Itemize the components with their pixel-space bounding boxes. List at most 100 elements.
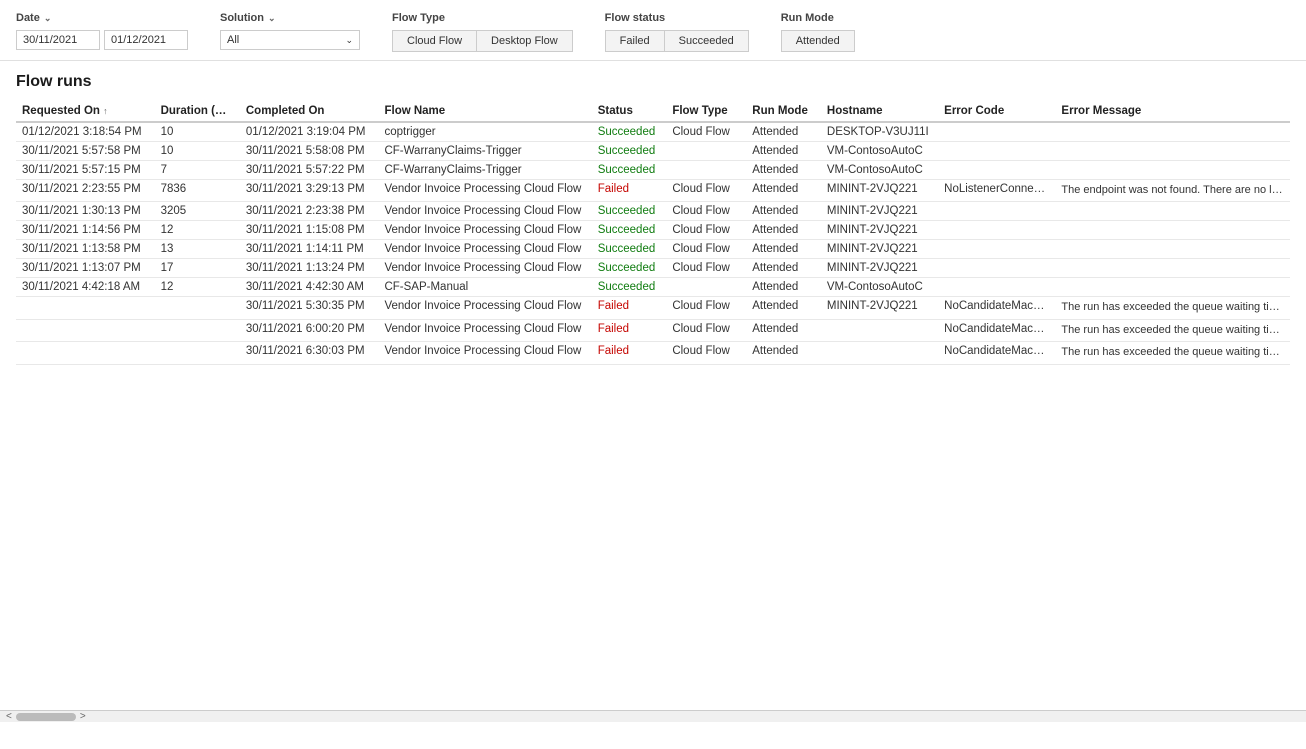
horizontal-scrollbar[interactable]: < > — [0, 710, 1306, 722]
cell-completed-on: 30/11/2021 5:58:08 PM — [240, 142, 379, 161]
cell-flow-name: CF-SAP-Manual — [378, 278, 591, 297]
cell-flow-name: Vendor Invoice Processing Cloud Flow — [378, 180, 591, 202]
flow-type-desktop-btn[interactable]: Desktop Flow — [477, 30, 573, 52]
flow-type-filter-group: Flow Type Cloud Flow Desktop Flow — [392, 12, 573, 52]
cell-duration — [155, 342, 240, 364]
cell-run-mode: Attended — [746, 180, 821, 202]
cell-error-message — [1055, 142, 1290, 161]
cell-run-mode: Attended — [746, 259, 821, 278]
scrollbar-thumb[interactable] — [16, 713, 76, 721]
date-row: 30/11/2021 01/12/2021 — [16, 30, 188, 50]
cell-error-message: The run has exceeded the queue waiting t… — [1055, 297, 1290, 319]
cell-error-code — [938, 161, 1055, 180]
run-mode-attended-btn[interactable]: Attended — [781, 30, 855, 52]
table-row[interactable]: 30/11/2021 1:13:07 PM 17 30/11/2021 1:13… — [16, 259, 1290, 278]
date-from-input[interactable]: 30/11/2021 — [16, 30, 100, 50]
date-chevron-icon: ⌄ — [44, 13, 52, 24]
cell-hostname — [821, 342, 938, 364]
col-header-status[interactable]: Status — [592, 101, 667, 122]
table-row[interactable]: 30/11/2021 2:23:55 PM 7836 30/11/2021 3:… — [16, 180, 1290, 202]
scroll-right-btn[interactable]: > — [76, 711, 90, 722]
cell-status: Failed — [592, 180, 667, 202]
flow-type-cloud-btn[interactable]: Cloud Flow — [392, 30, 477, 52]
cell-duration: 17 — [155, 259, 240, 278]
cell-requested-on — [16, 297, 155, 319]
col-header-run-mode[interactable]: Run Mode — [746, 101, 821, 122]
cell-error-message — [1055, 221, 1290, 240]
table-row[interactable]: 30/11/2021 4:42:18 AM 12 30/11/2021 4:42… — [16, 278, 1290, 297]
cell-flow-name: coptrigger — [378, 122, 591, 142]
cell-flow-type: Cloud Flow — [666, 259, 746, 278]
cell-hostname: DESKTOP-V3UJ11I — [821, 122, 938, 142]
cell-hostname: MININT-2VJQ221 — [821, 180, 938, 202]
solution-select[interactable]: All ⌄ — [220, 30, 360, 50]
table-row[interactable]: 30/11/2021 1:13:58 PM 13 30/11/2021 1:14… — [16, 240, 1290, 259]
col-header-hostname[interactable]: Hostname — [821, 101, 938, 122]
table-row[interactable]: 30/11/2021 5:57:15 PM 7 30/11/2021 5:57:… — [16, 161, 1290, 180]
table-row[interactable]: 30/11/2021 1:14:56 PM 12 30/11/2021 1:15… — [16, 221, 1290, 240]
cell-requested-on: 01/12/2021 3:18:54 PM — [16, 122, 155, 142]
main-content: Flow runs Requested On ↑ Duration (Sec) … — [0, 61, 1306, 710]
cell-completed-on: 30/11/2021 1:13:24 PM — [240, 259, 379, 278]
cell-completed-on: 30/11/2021 6:00:20 PM — [240, 319, 379, 341]
cell-hostname: VM-ContosoAutoC — [821, 278, 938, 297]
cell-error-code — [938, 122, 1055, 142]
cell-completed-on: 30/11/2021 5:30:35 PM — [240, 297, 379, 319]
cell-status: Succeeded — [592, 278, 667, 297]
cell-error-message: The run has exceeded the queue waiting t… — [1055, 319, 1290, 341]
cell-completed-on: 30/11/2021 1:14:11 PM — [240, 240, 379, 259]
cell-hostname: MININT-2VJQ221 — [821, 221, 938, 240]
col-header-duration[interactable]: Duration (Sec) — [155, 101, 240, 122]
cell-completed-on: 01/12/2021 3:19:04 PM — [240, 122, 379, 142]
solution-filter-group: Solution ⌄ All ⌄ — [220, 12, 360, 50]
table-row[interactable]: 30/11/2021 6:30:03 PM Vendor Invoice Pro… — [16, 342, 1290, 364]
col-header-error-code[interactable]: Error Code — [938, 101, 1055, 122]
cell-requested-on: 30/11/2021 4:42:18 AM — [16, 278, 155, 297]
cell-hostname: MININT-2VJQ221 — [821, 259, 938, 278]
cell-error-code: NoCandidateMachine — [938, 342, 1055, 364]
cell-status: Succeeded — [592, 259, 667, 278]
col-header-error-message[interactable]: Error Message — [1055, 101, 1290, 122]
cell-status: Failed — [592, 342, 667, 364]
cell-hostname: VM-ContosoAutoC — [821, 161, 938, 180]
cell-status: Failed — [592, 319, 667, 341]
cell-flow-name: Vendor Invoice Processing Cloud Flow — [378, 297, 591, 319]
cell-duration: 10 — [155, 142, 240, 161]
cell-error-code: NoCandidateMachine — [938, 319, 1055, 341]
cell-flow-type: Cloud Flow — [666, 240, 746, 259]
cell-hostname: MININT-2VJQ221 — [821, 240, 938, 259]
cell-error-code — [938, 278, 1055, 297]
table-row[interactable]: 30/11/2021 5:30:35 PM Vendor Invoice Pro… — [16, 297, 1290, 319]
cell-run-mode: Attended — [746, 161, 821, 180]
cell-requested-on: 30/11/2021 2:23:55 PM — [16, 180, 155, 202]
sort-icon-requested: ↑ — [103, 106, 108, 116]
run-mode-buttons: Attended — [781, 30, 855, 52]
cell-status: Failed — [592, 297, 667, 319]
cell-status: Succeeded — [592, 202, 667, 221]
col-header-completed-on[interactable]: Completed On — [240, 101, 379, 122]
cell-duration: 13 — [155, 240, 240, 259]
flow-status-succeeded-btn[interactable]: Succeeded — [665, 30, 749, 52]
cell-status: Succeeded — [592, 142, 667, 161]
cell-run-mode: Attended — [746, 202, 821, 221]
col-header-requested-on[interactable]: Requested On ↑ — [16, 101, 155, 122]
table-row[interactable]: 30/11/2021 6:00:20 PM Vendor Invoice Pro… — [16, 319, 1290, 341]
table-row[interactable]: 30/11/2021 1:30:13 PM 3205 30/11/2021 2:… — [16, 202, 1290, 221]
cell-requested-on: 30/11/2021 1:13:58 PM — [16, 240, 155, 259]
cell-run-mode: Attended — [746, 319, 821, 341]
cell-error-code — [938, 259, 1055, 278]
cell-flow-name: Vendor Invoice Processing Cloud Flow — [378, 240, 591, 259]
cell-hostname: VM-ContosoAutoC — [821, 142, 938, 161]
cell-error-message — [1055, 161, 1290, 180]
flow-type-label: Flow Type — [392, 12, 573, 24]
table-row[interactable]: 01/12/2021 3:18:54 PM 10 01/12/2021 3:19… — [16, 122, 1290, 142]
cell-flow-type: Cloud Flow — [666, 342, 746, 364]
table-row[interactable]: 30/11/2021 5:57:58 PM 10 30/11/2021 5:58… — [16, 142, 1290, 161]
col-header-flow-type[interactable]: Flow Type — [666, 101, 746, 122]
date-to-input[interactable]: 01/12/2021 — [104, 30, 188, 50]
run-mode-filter-group: Run Mode Attended — [781, 12, 855, 52]
cell-flow-type — [666, 142, 746, 161]
col-header-flow-name[interactable]: Flow Name — [378, 101, 591, 122]
flow-status-failed-btn[interactable]: Failed — [605, 30, 665, 52]
scroll-left-btn[interactable]: < — [2, 711, 16, 722]
